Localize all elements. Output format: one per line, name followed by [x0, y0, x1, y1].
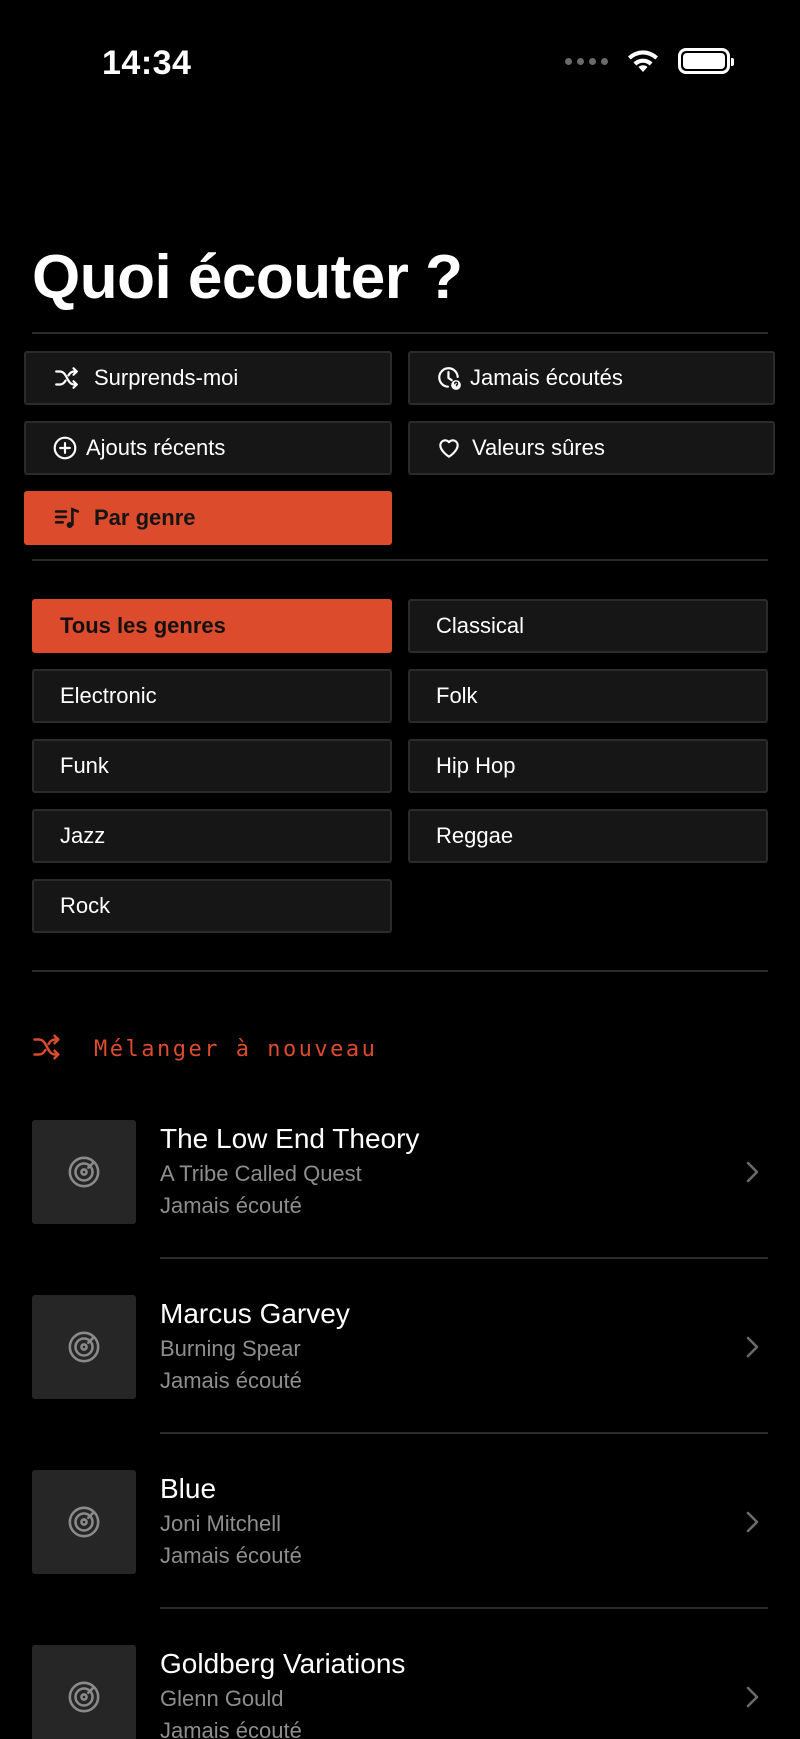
album-status: Jamais écouté — [160, 1368, 302, 1393]
unplayed-icon — [436, 365, 462, 391]
genre-all-button[interactable]: Tous les genres — [32, 599, 392, 653]
disc-icon — [68, 1156, 100, 1188]
album-row[interactable]: The Low End Theory A Tribe Called Quest … — [32, 1120, 768, 1224]
album-status: Jamais écouté — [160, 1193, 302, 1218]
mode-label: Par genre — [94, 505, 196, 530]
album-status: Jamais écouté — [160, 1543, 302, 1568]
album-divider — [160, 1257, 768, 1259]
battery-icon — [678, 48, 734, 74]
genre-label: Electronic — [60, 683, 157, 708]
status-indicators — [565, 48, 734, 74]
album-title: Blue — [160, 1473, 217, 1504]
music-list-icon — [54, 505, 80, 531]
album-title: Marcus Garvey — [160, 1298, 350, 1329]
reshuffle-button[interactable]: Mélanger à nouveau — [32, 1032, 377, 1067]
genre-funk-button[interactable]: Funk — [32, 739, 392, 793]
genre-hiphop-button[interactable]: Hip Hop — [408, 739, 768, 793]
wifi-icon — [628, 50, 658, 72]
genre-label: Reggae — [436, 823, 514, 848]
genre-jazz-button[interactable]: Jazz — [32, 809, 392, 863]
mode-favorites-button[interactable]: Valeurs sûres — [408, 421, 775, 475]
genre-folk-button[interactable]: Folk — [408, 669, 768, 723]
heart-icon — [436, 435, 462, 461]
genre-label: Tous les genres — [60, 613, 226, 638]
disc-icon — [68, 1506, 100, 1538]
genre-label: Folk — [436, 683, 478, 708]
genre-label: Jazz — [60, 823, 106, 848]
album-status: Jamais écouté — [160, 1718, 302, 1739]
album-title: The Low End Theory — [160, 1123, 420, 1154]
album-artist: Glenn Gould — [160, 1686, 284, 1711]
title-divider — [32, 332, 768, 334]
genre-label: Classical — [436, 613, 525, 638]
genre-rock-button[interactable]: Rock — [32, 879, 392, 933]
cellular-signal-icon — [565, 57, 608, 65]
album-title: Goldberg Variations — [160, 1648, 406, 1679]
plus-circle-icon — [52, 435, 78, 461]
mode-recent-button[interactable]: Ajouts récents — [24, 421, 392, 475]
album-row[interactable]: Blue Joni Mitchell Jamais écouté — [32, 1470, 768, 1574]
album-art-placeholder — [32, 1295, 136, 1399]
genres-divider — [32, 970, 768, 972]
album-divider — [160, 1432, 768, 1434]
album-art-placeholder — [32, 1645, 136, 1739]
mode-label: Surprends-moi — [94, 365, 239, 390]
album-artist: Burning Spear — [160, 1336, 301, 1361]
mode-surprise-button[interactable]: Surprends-moi — [24, 351, 392, 405]
mode-label: Jamais écoutés — [470, 365, 623, 390]
album-art-placeholder — [32, 1120, 136, 1224]
genre-label: Funk — [60, 753, 109, 778]
shuffle-icon — [54, 365, 80, 391]
shuffle-icon — [32, 1032, 62, 1067]
album-row[interactable]: Goldberg Variations Glenn Gould Jamais é… — [32, 1645, 768, 1739]
chevron-right-icon — [746, 1511, 759, 1533]
reshuffle-label: Mélanger à nouveau — [94, 1037, 378, 1062]
genre-label: Rock — [60, 893, 111, 918]
disc-icon — [68, 1681, 100, 1713]
modes-divider — [32, 559, 768, 561]
album-divider — [160, 1607, 768, 1609]
album-artist: A Tribe Called Quest — [160, 1161, 362, 1186]
album-row[interactable]: Marcus Garvey Burning Spear Jamais écout… — [32, 1295, 768, 1399]
album-art-placeholder — [32, 1470, 136, 1574]
status-bar: 14:34 — [0, 0, 800, 130]
genre-electronic-button[interactable]: Electronic — [32, 669, 392, 723]
disc-icon — [68, 1331, 100, 1363]
chevron-right-icon — [746, 1686, 759, 1708]
mode-label: Ajouts récents — [86, 435, 226, 460]
album-artist: Joni Mitchell — [160, 1511, 282, 1536]
genre-reggae-button[interactable]: Reggae — [408, 809, 768, 863]
status-time: 14:34 — [102, 44, 192, 82]
genre-label: Hip Hop — [436, 753, 516, 778]
chevron-right-icon — [746, 1336, 759, 1358]
genre-classical-button[interactable]: Classical — [408, 599, 768, 653]
page-title: Quoi écouter ? — [32, 243, 463, 312]
mode-label: Valeurs sûres — [472, 435, 605, 460]
chevron-right-icon — [746, 1161, 759, 1183]
mode-genre-button[interactable]: Par genre — [24, 491, 392, 545]
mode-unplayed-button[interactable]: Jamais écoutés — [408, 351, 775, 405]
